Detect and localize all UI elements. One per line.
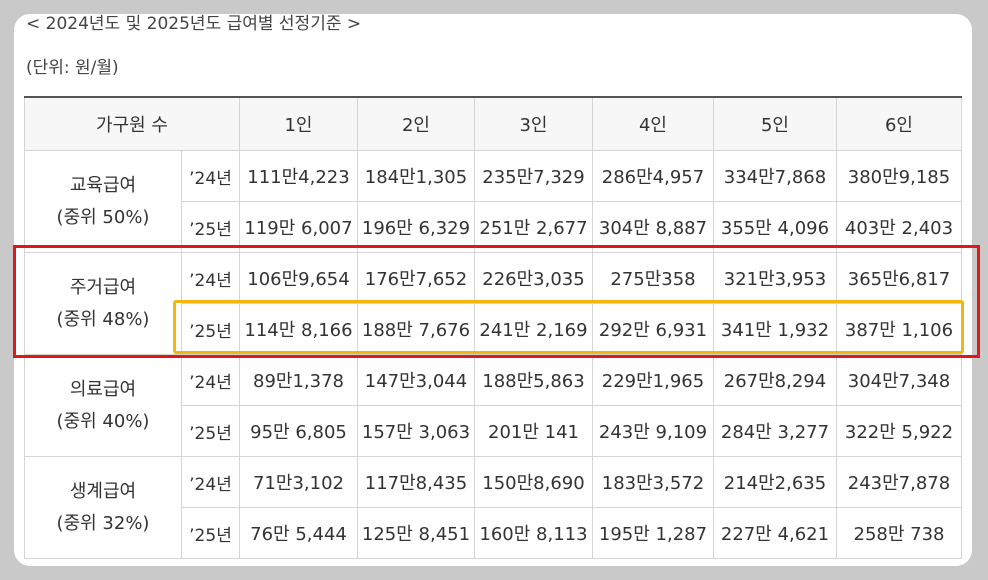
column-header: 5인 bbox=[713, 96, 837, 151]
value-cell: 201만 141 bbox=[474, 405, 593, 457]
value-cell: 322만 5,922 bbox=[836, 405, 962, 457]
year-cell: ’25년 bbox=[181, 507, 240, 559]
value-cell: 125만 8,451 bbox=[357, 507, 475, 559]
benefit-median: (중위 32%) bbox=[56, 512, 150, 534]
value-cell: 380만9,185 bbox=[836, 150, 962, 202]
value-cell: 89만1,378 bbox=[239, 354, 358, 406]
value-cell: 111만4,223 bbox=[239, 150, 358, 202]
table-row: 교육급여 (중위 50%) ’24년 111만4,223 184만1,305 2… bbox=[24, 150, 962, 253]
benefit-name: 생계급여 bbox=[69, 480, 137, 502]
value-cell: 106만9,654 bbox=[239, 252, 358, 304]
value-cell: 119만 6,007 bbox=[239, 201, 358, 253]
value-cell: 150만8,690 bbox=[474, 456, 593, 508]
benefit-type-cell: 의료급여 (중위 40%) bbox=[24, 354, 182, 457]
value-cell: 321만3,953 bbox=[713, 252, 837, 304]
column-header: 4인 bbox=[592, 96, 714, 151]
year-cell: ’24년 bbox=[181, 354, 240, 406]
value-cell: 183만3,572 bbox=[592, 456, 714, 508]
value-cell: 258만 738 bbox=[836, 507, 962, 559]
column-header: 1인 bbox=[239, 96, 358, 151]
table-row: 생계급여 (중위 32%) ’24년 71만3,102 117만8,435 15… bbox=[24, 456, 962, 559]
year-cell: ’24년 bbox=[181, 252, 240, 304]
value-cell: 403만 2,403 bbox=[836, 201, 962, 253]
value-cell: 334만7,868 bbox=[713, 150, 837, 202]
unit-note: (단위: 원/월) bbox=[26, 58, 119, 78]
column-header: 6인 bbox=[836, 96, 962, 151]
benefit-name: 교육급여 bbox=[69, 174, 137, 196]
value-cell: 176만7,652 bbox=[357, 252, 475, 304]
value-cell: 286만4,957 bbox=[592, 150, 714, 202]
benefit-median: (중위 50%) bbox=[56, 206, 150, 228]
year-cell: ’24년 bbox=[181, 456, 240, 508]
value-cell: 304만 8,887 bbox=[592, 201, 714, 253]
value-cell: 284만 3,277 bbox=[713, 405, 837, 457]
value-cell: 188만 7,676 bbox=[357, 303, 475, 355]
year-cell: ’25년 bbox=[181, 201, 240, 253]
household-size-header: 가구원 수 bbox=[24, 96, 240, 151]
column-header: 3인 bbox=[474, 96, 593, 151]
benefit-name: 의료급여 bbox=[69, 378, 137, 400]
benefit-name: 주거급여 bbox=[69, 276, 137, 298]
value-cell: 95만 6,805 bbox=[239, 405, 358, 457]
value-cell: 226만3,035 bbox=[474, 252, 593, 304]
year-cell: ’25년 bbox=[181, 405, 240, 457]
value-cell: 267만8,294 bbox=[713, 354, 837, 406]
value-cell: 76만 5,444 bbox=[239, 507, 358, 559]
value-cell: 157만 3,063 bbox=[357, 405, 475, 457]
value-cell: 160만 8,113 bbox=[474, 507, 593, 559]
value-cell: 365만6,817 bbox=[836, 252, 962, 304]
value-cell: 195만 1,287 bbox=[592, 507, 714, 559]
value-cell: 387만 1,106 bbox=[836, 303, 962, 355]
value-cell: 341만 1,932 bbox=[713, 303, 837, 355]
value-cell: 304만7,348 bbox=[836, 354, 962, 406]
value-cell: 184만1,305 bbox=[357, 150, 475, 202]
year-cell: ’25년 bbox=[181, 303, 240, 355]
value-cell: 147만3,044 bbox=[357, 354, 475, 406]
year-cell: ’24년 bbox=[181, 150, 240, 202]
value-cell: 114만 8,166 bbox=[239, 303, 358, 355]
table-row: 주거급여 (중위 48%) ’24년 106만9,654 176만7,652 2… bbox=[24, 252, 962, 355]
value-cell: 243만 9,109 bbox=[592, 405, 714, 457]
value-cell: 229만1,965 bbox=[592, 354, 714, 406]
value-cell: 292만 6,931 bbox=[592, 303, 714, 355]
value-cell: 275만358 bbox=[592, 252, 714, 304]
table-title: < 2024년도 및 2025년도 급여별 선정기준 > bbox=[26, 14, 362, 34]
value-cell: 243만7,878 bbox=[836, 456, 962, 508]
benefit-type-cell: 생계급여 (중위 32%) bbox=[24, 456, 182, 559]
table-row: 의료급여 (중위 40%) ’24년 89만1,378 147만3,044 18… bbox=[24, 354, 962, 457]
value-cell: 196만 6,329 bbox=[357, 201, 475, 253]
value-cell: 241만 2,169 bbox=[474, 303, 593, 355]
value-cell: 251만 2,677 bbox=[474, 201, 593, 253]
value-cell: 71만3,102 bbox=[239, 456, 358, 508]
benefit-criteria-table: 가구원 수 1인 2인 3인 4인 5인 6인 교육급여 (중위 50%) ’2… bbox=[24, 96, 962, 559]
value-cell: 117만8,435 bbox=[357, 456, 475, 508]
value-cell: 214만2,635 bbox=[713, 456, 837, 508]
value-cell: 355만 4,096 bbox=[713, 201, 837, 253]
column-header: 2인 bbox=[357, 96, 475, 151]
value-cell: 188만5,863 bbox=[474, 354, 593, 406]
benefit-median: (중위 40%) bbox=[56, 410, 150, 432]
value-cell: 227만 4,621 bbox=[713, 507, 837, 559]
header-row: 가구원 수 1인 2인 3인 4인 5인 6인 bbox=[24, 96, 962, 151]
benefit-type-cell: 교육급여 (중위 50%) bbox=[24, 150, 182, 253]
benefit-type-cell: 주거급여 (중위 48%) bbox=[24, 252, 182, 355]
value-cell: 235만7,329 bbox=[474, 150, 593, 202]
benefit-median: (중위 48%) bbox=[56, 308, 150, 330]
